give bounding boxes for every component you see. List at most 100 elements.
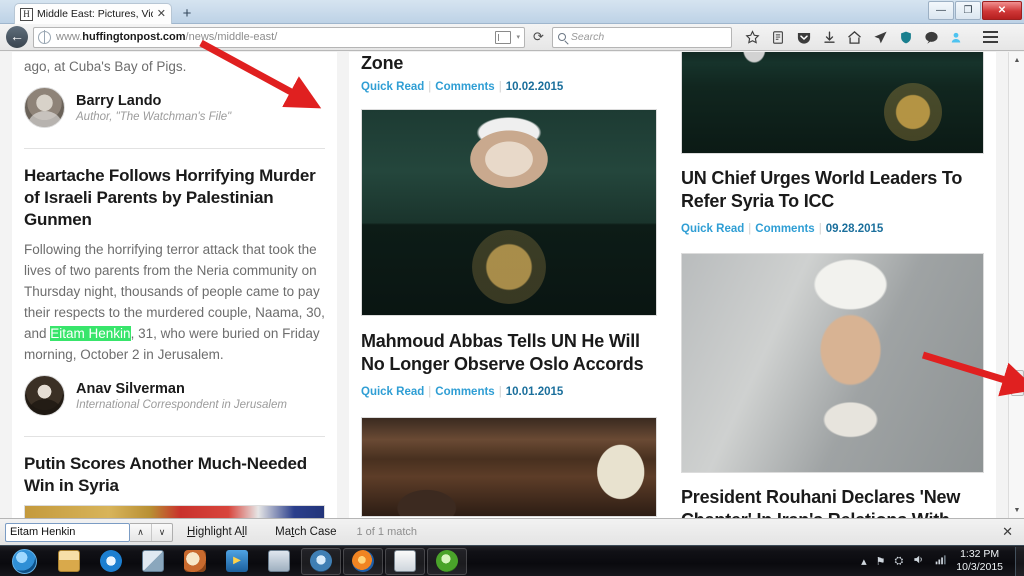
article-meta: Quick Read | Comments | 09.28.2015 bbox=[681, 223, 884, 235]
find-bar: Eitam Henkin ∧ ∨ HHighlight Allighlight … bbox=[0, 518, 1024, 545]
search-highlight: Eitam Henkin bbox=[50, 326, 131, 341]
taskbar-item-paint[interactable] bbox=[175, 548, 215, 575]
maximize-button[interactable]: ❐ bbox=[955, 1, 981, 20]
pocket-icon[interactable] bbox=[796, 30, 812, 45]
bookmark-star-icon[interactable] bbox=[745, 29, 760, 45]
author-role: Author, "The Watchman's File" bbox=[76, 110, 232, 123]
taskbar-item-windows-explorer[interactable] bbox=[49, 548, 89, 575]
search-bar[interactable]: Search bbox=[551, 26, 732, 48]
headline-zone-partial[interactable]: Zone bbox=[361, 52, 657, 75]
find-status: 1 of 1 match bbox=[356, 526, 418, 538]
byline-anav-silverman[interactable]: Anav Silverman International Corresponde… bbox=[24, 365, 325, 432]
article-meta: Quick Read | Comments | 10.02.2015 bbox=[361, 81, 564, 93]
author-name[interactable]: Anav Silverman bbox=[76, 381, 287, 397]
match-case-button[interactable]: Match Case bbox=[261, 526, 350, 538]
clock-date: 10/3/2015 bbox=[956, 561, 1003, 573]
taskbar-item-sticky-notes[interactable] bbox=[133, 548, 173, 575]
close-find-bar-icon[interactable]: ✕ bbox=[1002, 524, 1019, 540]
taskbar-item-media-player[interactable] bbox=[217, 548, 257, 575]
scroll-up-arrow-icon[interactable]: ▲ bbox=[1009, 52, 1024, 68]
show-desktop-button[interactable] bbox=[1015, 546, 1024, 576]
home-icon[interactable] bbox=[847, 30, 862, 45]
back-button[interactable]: ← bbox=[6, 26, 28, 48]
paint-icon bbox=[184, 550, 206, 572]
headline-putin[interactable]: Putin Scores Another Much-Needed Win in … bbox=[24, 453, 325, 497]
find-next-button[interactable]: ∨ bbox=[151, 523, 172, 541]
reload-button[interactable]: ⟳ bbox=[530, 29, 547, 45]
comments-link[interactable]: Comments bbox=[435, 81, 494, 93]
volume-icon[interactable] bbox=[912, 554, 925, 568]
headline-abbas[interactable]: Mahmoud Abbas Tells UN He Will No Longer… bbox=[361, 330, 657, 376]
article-date: 10.01.2015 bbox=[505, 386, 564, 398]
huffpost-favicon-icon: H bbox=[20, 7, 33, 21]
middle-column: Zone Quick Read | Comments | 10.02.2015 Mahm… bbox=[349, 52, 669, 518]
byline-barry-lando[interactable]: Barry Lando Author, "The Watchman's File… bbox=[24, 77, 325, 144]
media-player-icon bbox=[226, 550, 248, 572]
headline-un-chief[interactable]: UN Chief Urges World Leaders To Refer Sy… bbox=[681, 167, 984, 213]
find-input[interactable]: Eitam Henkin bbox=[5, 522, 130, 542]
toolbar-icon-group bbox=[737, 29, 998, 45]
divider bbox=[24, 436, 325, 437]
url-text: www.huffingtonpost.com/news/middle-east/ bbox=[56, 31, 278, 43]
taskbar-item-notepad-list[interactable] bbox=[385, 547, 425, 575]
thunderbird-icon bbox=[310, 550, 332, 572]
menu-icon[interactable] bbox=[982, 31, 998, 43]
page-viewport: ago, at Cuba's Bay of Pigs. Barry Lando … bbox=[0, 52, 1024, 518]
share-icon[interactable] bbox=[873, 30, 888, 45]
article-thumbnail-market[interactable] bbox=[361, 417, 657, 517]
avatar bbox=[24, 375, 65, 416]
scroll-down-arrow-icon[interactable]: ▼ bbox=[1009, 502, 1024, 518]
reading-list-icon[interactable] bbox=[771, 30, 785, 45]
article-date: 10.02.2015 bbox=[505, 81, 564, 93]
internet-explorer-icon bbox=[100, 550, 122, 572]
article-date: 09.28.2015 bbox=[825, 223, 884, 235]
signal-bars-icon[interactable] bbox=[934, 554, 947, 568]
address-bar[interactable]: www.huffingtonpost.com/news/middle-east/… bbox=[33, 26, 525, 48]
divider bbox=[24, 148, 325, 149]
quick-read-link[interactable]: Quick Read bbox=[681, 223, 744, 235]
quick-read-link[interactable]: Quick Read bbox=[361, 81, 424, 93]
find-previous-button[interactable]: ∧ bbox=[130, 524, 151, 541]
close-tab-icon[interactable]: ✕ bbox=[157, 8, 166, 20]
vertical-scrollbar[interactable]: ▲ ▼ bbox=[1008, 52, 1024, 518]
taskbar-item-document[interactable] bbox=[259, 548, 299, 575]
taskbar-clock[interactable]: 1:32 PM 10/3/2015 bbox=[956, 548, 1009, 574]
tray-expand-icon[interactable]: ▴ bbox=[861, 555, 867, 568]
author-name[interactable]: Barry Lando bbox=[76, 93, 231, 109]
reader-mode-icon[interactable] bbox=[495, 30, 512, 44]
comments-link[interactable]: Comments bbox=[755, 223, 814, 235]
firefox-icon bbox=[352, 550, 374, 572]
start-button[interactable] bbox=[0, 547, 48, 576]
taskbar-item-thunderbird[interactable] bbox=[301, 547, 341, 575]
taskbar-item-internet-explorer[interactable] bbox=[91, 548, 131, 575]
search-icon bbox=[557, 33, 566, 41]
article-thumbnail-un[interactable] bbox=[681, 52, 984, 154]
network-status-icon[interactable]: ⛭ bbox=[894, 555, 903, 568]
close-window-button[interactable]: ✕ bbox=[982, 1, 1022, 20]
new-tab-button[interactable]: + bbox=[178, 5, 196, 23]
action-center-flag-icon[interactable]: ⚑ bbox=[876, 555, 886, 568]
taskbar-item-camera[interactable] bbox=[427, 547, 467, 575]
minimize-button[interactable]: — bbox=[928, 1, 954, 20]
chat-icon[interactable] bbox=[924, 30, 939, 45]
windows-logo-icon bbox=[11, 548, 37, 574]
highlight-all-button[interactable]: HHighlight Allighlight All bbox=[173, 526, 261, 538]
system-tray: ▴ ⚑ ⛭ 1:32 PM 10/3/2015 bbox=[861, 548, 1015, 574]
downloads-icon[interactable] bbox=[823, 30, 836, 45]
article-thumbnail-abbas[interactable] bbox=[361, 109, 657, 316]
sticky-notes-icon bbox=[142, 550, 164, 572]
headline-heartache[interactable]: Heartache Follows Horrifying Murder of I… bbox=[24, 165, 325, 231]
taskbar-item-firefox[interactable] bbox=[343, 547, 383, 575]
title-bar: H Middle East: Pictures, Vide... ✕ + — ❐… bbox=[0, 0, 1024, 24]
headline-rouhani[interactable]: President Rouhani Declares 'NewChapter' … bbox=[681, 486, 984, 518]
article-thumbnail-putin[interactable] bbox=[24, 505, 325, 518]
scrollbar-thumb[interactable] bbox=[1011, 370, 1024, 396]
article-thumbnail-rouhani[interactable] bbox=[681, 253, 984, 473]
shield-icon[interactable] bbox=[899, 30, 913, 45]
comments-link[interactable]: Comments bbox=[435, 386, 494, 398]
sync-account-icon[interactable] bbox=[950, 30, 962, 45]
browser-tab[interactable]: H Middle East: Pictures, Vide... ✕ bbox=[14, 3, 172, 24]
chevron-down-icon[interactable]: ▾ bbox=[516, 33, 520, 41]
article-body: Following the horrifying terror attack t… bbox=[24, 242, 325, 362]
quick-read-link[interactable]: Quick Read bbox=[361, 386, 424, 398]
